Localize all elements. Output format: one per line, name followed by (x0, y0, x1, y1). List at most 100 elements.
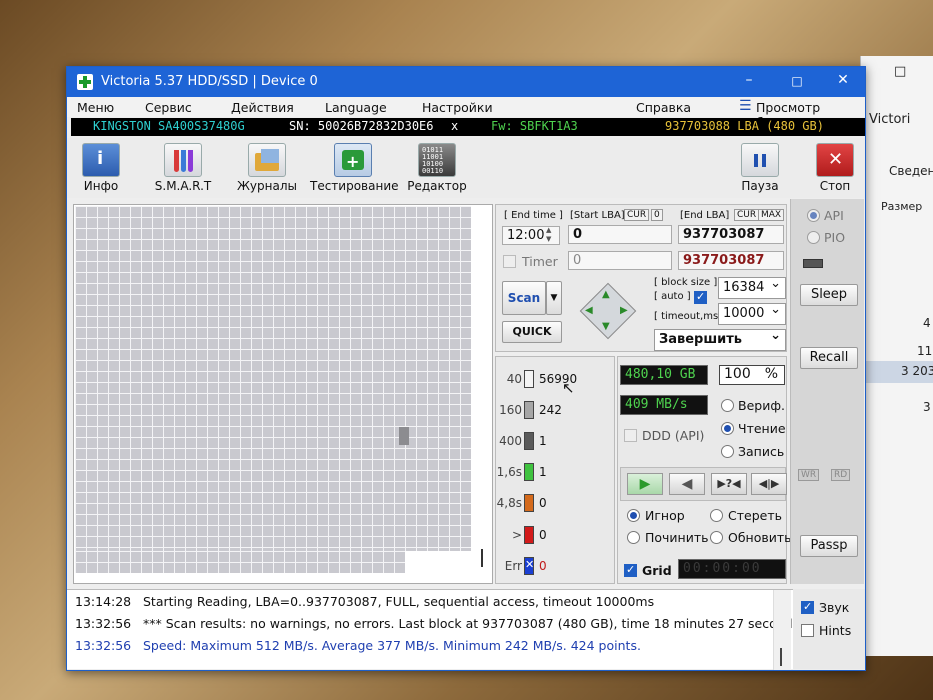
end-lba-label: [End LBA] (680, 210, 730, 221)
end-cur-label[interactable]: CUR (734, 209, 760, 221)
menu-item-menu[interactable]: Меню (77, 100, 114, 115)
read-radio[interactable] (721, 422, 734, 435)
background-size-header: Размер (881, 200, 923, 213)
refresh-radio[interactable] (710, 531, 723, 544)
testing-button[interactable]: + Тестирование (310, 140, 399, 194)
timer-checkbox[interactable] (503, 255, 516, 268)
grid-checkbox[interactable] (624, 563, 637, 577)
wr-indicator: WR (798, 469, 820, 481)
slow-block-marker (399, 427, 409, 445)
status-panel: 480,10 GB 409 MB/s 100 % DDD (API) Вериф… (617, 356, 792, 584)
recall-button[interactable]: Recall (800, 347, 858, 369)
legend-row-err: Err ✕ 0 (504, 557, 547, 575)
window-title: Victoria 5.37 HDD/SSD | Device 0 (101, 74, 318, 89)
arrow-up-icon[interactable]: ▲ (602, 289, 610, 300)
info-icon: i (82, 143, 120, 177)
smart-label: S.M.A.R.T (154, 179, 212, 193)
hints-checkbox[interactable] (801, 624, 814, 637)
end-time-spinner-icon[interactable]: ▲ ▼ (546, 226, 551, 244)
legend-row-160: 160 242 (499, 401, 562, 419)
pio-radio[interactable] (807, 231, 820, 244)
stop-label: Стоп (819, 179, 851, 193)
erase-radio[interactable] (710, 509, 723, 522)
auto-label: [ auto ] (654, 291, 691, 302)
end-lba-field[interactable]: 937703087 (678, 225, 784, 244)
timeout-select[interactable]: 10000 (718, 302, 786, 325)
rd-indicator: RD (831, 469, 851, 481)
legend-swatch-1-6s (524, 463, 534, 481)
ignore-radio[interactable] (627, 509, 640, 522)
latency-legend: 40 56990 160 242 400 1 1,6s 1 4,8s 0 > 0 (495, 356, 615, 584)
block-size-label: [ block size ] (654, 277, 718, 288)
percent-value: 100 (724, 366, 751, 382)
verify-radio[interactable] (721, 399, 734, 412)
title-bar[interactable]: Victoria 5.37 HDD/SSD | Device 0 – □ ✕ (67, 67, 865, 97)
end-max-label[interactable]: MAX (758, 209, 785, 221)
start-lba-field[interactable]: 0 (568, 225, 672, 244)
device-model: KINGSTON SA400S37480G (93, 119, 245, 133)
victoria-window: Victoria 5.37 HDD/SSD | Device 0 – □ ✕ М… (66, 66, 866, 671)
buffer-list-icon: ☰ (739, 98, 752, 114)
device-capacity: 937703088 LBA (480 GB) (665, 119, 824, 133)
minimize-icon[interactable]: □ (894, 64, 906, 79)
start-lba-label: [Start LBA] (570, 210, 625, 221)
victoria-cross-icon (77, 74, 93, 90)
menu-item-service[interactable]: Сервис (145, 100, 192, 115)
logs-button[interactable]: Журналы (231, 140, 303, 194)
hints-label: Hints (819, 623, 852, 638)
close-button[interactable]: ✕ (831, 72, 855, 88)
menu-item-actions[interactable]: Действия (231, 100, 294, 115)
quick-button[interactable]: QUICK (502, 321, 562, 343)
end-time-label: [ End time ] (504, 210, 563, 221)
stop-button[interactable]: ✕ Стоп (799, 140, 871, 194)
api-radio[interactable] (807, 209, 820, 222)
auto-block-checkbox[interactable] (694, 290, 707, 304)
passp-button[interactable]: Passp (800, 535, 858, 557)
menu-item-help[interactable]: Справка (636, 100, 691, 115)
finish-action-select[interactable]: Завершить (654, 328, 786, 351)
background-details-tab[interactable]: Сведен (889, 164, 933, 178)
scan-button[interactable]: Scan (502, 281, 546, 315)
scan-controls: [ End time ] 12:00 ▲ ▼ [Start LBA] CUR 0 … (495, 204, 787, 352)
butterfly-button[interactable]: ◀|▶ (751, 473, 787, 495)
legend-swatch-4-8s (524, 494, 534, 512)
write-radio[interactable] (721, 445, 734, 458)
minimize-button[interactable]: – (737, 72, 761, 88)
block-size-select[interactable]: 16384 (718, 276, 786, 299)
side-panel: API PIO Sleep Recall WR RD Passp (790, 199, 864, 584)
playback-controls: ▶ ◀ ▶?◀ ◀|▶ (620, 467, 787, 501)
scan-dropdown-icon[interactable]: ▼ (546, 281, 562, 315)
log-scrollbar[interactable] (773, 590, 791, 670)
block-map-grid-tail (75, 551, 405, 573)
info-label: Инфо (83, 179, 119, 193)
device-close-mark[interactable]: x (451, 119, 458, 133)
write-label: Запись (738, 444, 785, 459)
device-info-bar[interactable]: KINGSTON SA400S37480G SN: 50026B72832D30… (71, 118, 865, 136)
random-seek-button[interactable]: ▶?◀ (711, 473, 747, 495)
repair-radio[interactable] (627, 531, 640, 544)
arrow-right-icon[interactable]: ▶ (620, 305, 628, 316)
timer-field[interactable]: 0 (568, 251, 672, 270)
ddd-api-checkbox[interactable] (624, 429, 637, 442)
pause-button[interactable]: Пауза (724, 140, 796, 194)
info-button[interactable]: i Инфо (65, 140, 137, 194)
sleep-button[interactable]: Sleep (800, 284, 858, 306)
menu-item-language[interactable]: Language (325, 100, 387, 115)
play-forward-button[interactable]: ▶ (627, 473, 663, 495)
editor-button[interactable]: 01011 11001 10100 00110 Редактор (401, 140, 473, 194)
menu-item-settings[interactable]: Настройки (422, 100, 493, 115)
ddd-api-label: DDD (API) (642, 428, 705, 443)
smart-button[interactable]: S.M.A.R.T (147, 140, 219, 194)
grid-label: Grid (642, 563, 672, 578)
sound-checkbox[interactable] (801, 600, 814, 614)
direction-pad[interactable]: ▲ ▼ ◀ ▶ (579, 282, 637, 340)
maximize-button[interactable]: □ (785, 74, 809, 88)
arrow-down-icon[interactable]: ▼ (602, 321, 610, 332)
arrow-left-icon[interactable]: ◀ (585, 305, 593, 316)
play-backward-button[interactable]: ◀ (669, 473, 705, 495)
repair-label: Починить (645, 530, 709, 545)
speed-display: 409 MB/s (620, 395, 708, 415)
block-map-scroll-indicator[interactable] (481, 549, 483, 567)
pause-label: Пауза (741, 179, 779, 193)
pause-icon (741, 143, 779, 177)
